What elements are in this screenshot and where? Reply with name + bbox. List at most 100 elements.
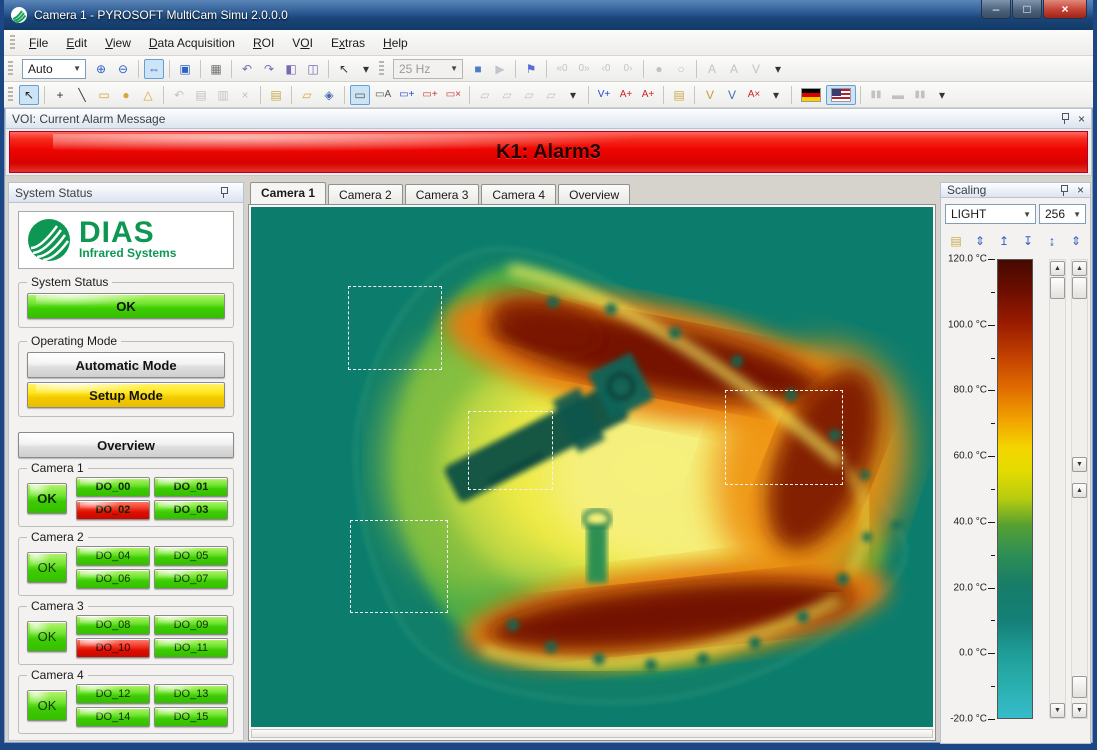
order-front-icon[interactable]: ▱ xyxy=(475,85,495,105)
alarm-add-icon[interactable]: A+ xyxy=(616,85,636,105)
system-status-ok-button[interactable]: OK xyxy=(27,293,225,319)
scale-compress-icon[interactable]: ↨ xyxy=(1042,231,1062,251)
roi-open-icon[interactable]: ▱ xyxy=(297,85,317,105)
roi-list-icon[interactable]: ▤ xyxy=(266,85,286,105)
menu-data-acquisition[interactable]: Data Acquisition xyxy=(140,32,244,54)
digital-output-do_15[interactable]: DO_15 xyxy=(154,707,228,727)
voi-open-icon[interactable]: V xyxy=(700,85,720,105)
overview-button[interactable]: Overview xyxy=(18,432,234,458)
jump-end-icon[interactable]: 0» xyxy=(574,59,594,79)
setup-mode-button[interactable]: Setup Mode xyxy=(27,382,225,408)
palette-combo[interactable]: LIGHT ▼ xyxy=(945,204,1036,224)
roi-pointer-icon[interactable]: ▭ xyxy=(350,85,370,105)
digital-output-do_14[interactable]: DO_14 xyxy=(76,707,150,727)
tab-camera-3[interactable]: Camera 3 xyxy=(405,184,480,204)
menu-help[interactable]: Help xyxy=(374,32,417,54)
toolbar-overflow-icon[interactable]: ▾ xyxy=(563,85,583,105)
mirror-horizontal-icon[interactable]: ◧ xyxy=(281,59,301,79)
delete-icon[interactable]: × xyxy=(235,85,255,105)
voi-save-icon[interactable]: V xyxy=(722,85,742,105)
digital-output-do_02[interactable]: DO_02 xyxy=(76,500,150,520)
menu-extras[interactable]: Extras xyxy=(322,32,374,54)
scaling-properties-icon[interactable]: ▤ xyxy=(946,231,966,251)
tab-camera-2[interactable]: Camera 2 xyxy=(328,184,403,204)
voi-add-icon[interactable]: V+ xyxy=(594,85,614,105)
roi-rectangle-3[interactable] xyxy=(725,390,843,485)
scroll-down-icon[interactable]: ▼ xyxy=(1072,457,1087,472)
record-mark-icon[interactable]: ○ xyxy=(671,59,691,79)
digital-output-do_03[interactable]: DO_03 xyxy=(154,500,228,520)
menu-edit[interactable]: Edit xyxy=(57,32,96,54)
zoom-in-icon[interactable]: ⊕ xyxy=(91,59,111,79)
digital-output-do_00[interactable]: DO_00 xyxy=(76,477,150,497)
menu-view[interactable]: View xyxy=(96,32,140,54)
scrollbar-thumb[interactable] xyxy=(1072,676,1087,698)
toolbar-overflow-icon[interactable]: ▾ xyxy=(356,59,376,79)
roi-rectangle-1[interactable] xyxy=(348,286,442,370)
levels-combo[interactable]: 256 ▼ xyxy=(1039,204,1086,224)
scale-min-down-icon[interactable]: ↧ xyxy=(1018,231,1038,251)
tab-camera-1[interactable]: Camera 1 xyxy=(250,182,326,204)
roi-rectangle-2[interactable] xyxy=(468,411,553,490)
alarm-delete-icon[interactable]: A× xyxy=(744,85,764,105)
camera-4-status-button[interactable]: OK xyxy=(27,690,67,721)
framerate-combo[interactable]: 25 Hz ▼ xyxy=(393,59,463,79)
select-icon[interactable]: ↖ xyxy=(19,85,39,105)
digital-output-do_06[interactable]: DO_06 xyxy=(76,569,150,589)
digital-output-do_09[interactable]: DO_09 xyxy=(154,615,228,635)
draw-rect-icon[interactable]: ▭ xyxy=(94,85,114,105)
digital-output-do_11[interactable]: DO_11 xyxy=(154,638,228,658)
digital-output-do_07[interactable]: DO_07 xyxy=(154,569,228,589)
toolbar-overflow-icon[interactable]: ▾ xyxy=(766,85,786,105)
ungroup-icon[interactable]: ▱ xyxy=(541,85,561,105)
scale-max-up-icon[interactable]: ↥ xyxy=(994,231,1014,251)
scroll-up-icon[interactable]: ▲ xyxy=(1072,261,1087,276)
alarm-add2-icon[interactable]: A+ xyxy=(638,85,658,105)
scroll-up-icon[interactable]: ▲ xyxy=(1072,483,1087,498)
menu-voi[interactable]: VOI xyxy=(283,32,322,54)
scale-scrollbar-range[interactable]: ▲ ▼ xyxy=(1049,259,1066,719)
autoscale-icon[interactable]: ⇕ xyxy=(970,231,990,251)
paste-icon[interactable]: ▥ xyxy=(213,85,233,105)
digital-output-do_12[interactable]: DO_12 xyxy=(76,684,150,704)
tab-overview[interactable]: Overview xyxy=(558,184,630,204)
fit-image-icon[interactable]: ⇔ xyxy=(144,59,164,79)
flag-marker-icon[interactable]: ⚑ xyxy=(521,59,541,79)
digital-output-do_13[interactable]: DO_13 xyxy=(154,684,228,704)
tab-camera-4[interactable]: Camera 4 xyxy=(481,184,556,204)
menu-roi[interactable]: ROI xyxy=(244,32,283,54)
digital-output-do_01[interactable]: DO_01 xyxy=(154,477,228,497)
menu-file[interactable]: File xyxy=(20,32,57,54)
jump-start-icon[interactable]: «0 xyxy=(552,59,572,79)
camera-3-status-button[interactable]: OK xyxy=(27,621,67,652)
toolbar-overflow-icon[interactable]: ▾ xyxy=(932,85,952,105)
pin-icon[interactable] xyxy=(1060,113,1070,124)
minimize-button[interactable]: – xyxy=(981,0,1011,19)
annotation-save-icon[interactable]: A xyxy=(702,59,722,79)
stop-icon[interactable]: ■ xyxy=(468,59,488,79)
close-icon[interactable]: × xyxy=(1078,113,1085,125)
zoom-mode-combo[interactable]: Auto ▼ xyxy=(22,59,86,79)
toolbar-overflow-icon[interactable]: ▾ xyxy=(768,59,788,79)
german-flag-icon[interactable] xyxy=(796,85,826,105)
grid-icon[interactable]: ▦ xyxy=(206,59,226,79)
scrollbar-thumb[interactable] xyxy=(1050,277,1065,299)
automatic-mode-button[interactable]: Automatic Mode xyxy=(27,352,225,378)
annotation-page-icon[interactable]: A xyxy=(724,59,744,79)
scale-scrollbar-limits[interactable]: ▲ ▼ ▲ ▼ xyxy=(1071,259,1088,719)
step-back-icon[interactable]: ‹0 xyxy=(596,59,616,79)
scroll-down-icon[interactable]: ▼ xyxy=(1072,703,1087,718)
digital-output-do_10[interactable]: DO_10 xyxy=(76,638,150,658)
mirror-vertical-icon[interactable]: ◫ xyxy=(303,59,323,79)
close-icon[interactable]: × xyxy=(1077,184,1084,196)
order-back-icon[interactable]: ▱ xyxy=(497,85,517,105)
full-image-icon[interactable]: ▣ xyxy=(175,59,195,79)
scrollbar-thumb[interactable] xyxy=(1072,277,1087,299)
pause2-icon[interactable]: ▮▮ xyxy=(910,85,930,105)
voi-properties-icon[interactable]: ▤ xyxy=(669,85,689,105)
voi-page-icon[interactable]: V xyxy=(746,59,766,79)
maximize-button[interactable]: □ xyxy=(1012,0,1042,19)
digital-output-do_05[interactable]: DO_05 xyxy=(154,546,228,566)
scroll-down-icon[interactable]: ▼ xyxy=(1050,703,1065,718)
roi-rectangle-4[interactable] xyxy=(350,520,448,613)
